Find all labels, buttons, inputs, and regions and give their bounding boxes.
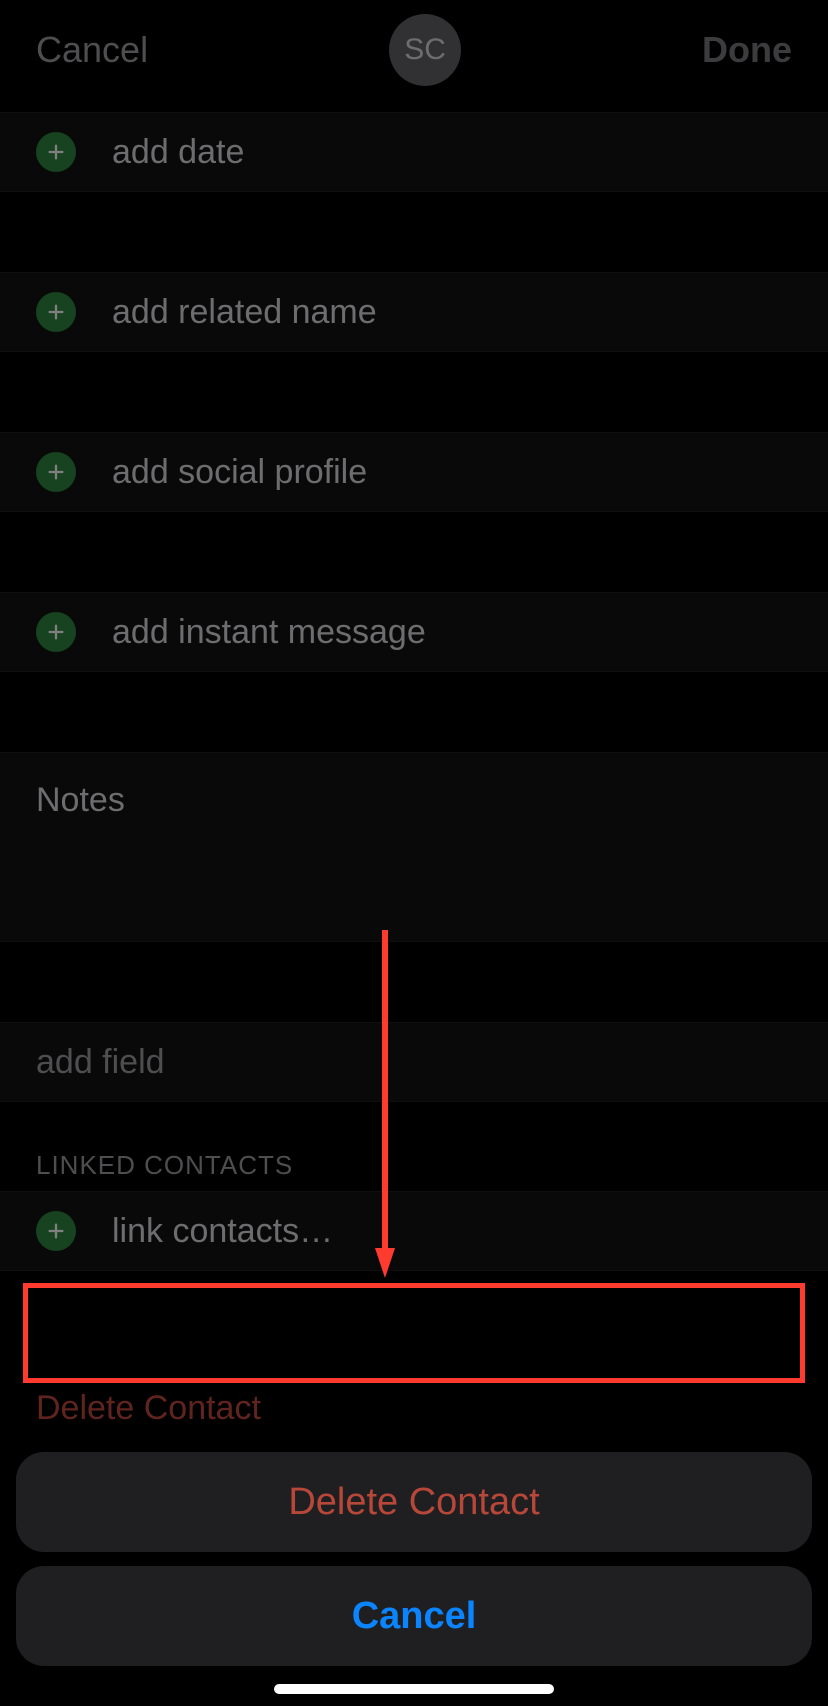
sheet-cancel-button[interactable]: Cancel xyxy=(16,1566,812,1666)
plus-icon xyxy=(36,612,76,652)
plus-icon xyxy=(36,132,76,172)
add-instant-message-row[interactable]: add instant message xyxy=(0,592,828,672)
delete-contact-row[interactable]: Delete Contact xyxy=(0,1381,828,1428)
plus-icon xyxy=(36,1211,76,1251)
nav-cancel-button[interactable]: Cancel xyxy=(36,29,148,71)
add-social-profile-row[interactable]: add social profile xyxy=(0,432,828,512)
link-contacts-row[interactable]: link contacts… xyxy=(0,1191,828,1271)
delete-action-sheet: Delete Contact Cancel xyxy=(16,1452,812,1666)
add-instant-message-label: add instant message xyxy=(112,613,426,652)
home-indicator xyxy=(274,1684,554,1694)
plus-icon xyxy=(36,292,76,332)
add-social-profile-label: add social profile xyxy=(112,453,367,492)
edit-contact-navbar: Cancel SC Done xyxy=(0,0,828,100)
add-related-name-row[interactable]: add related name xyxy=(0,272,828,352)
contact-avatar[interactable]: SC xyxy=(389,14,461,86)
plus-icon xyxy=(36,452,76,492)
add-field-row[interactable]: add field xyxy=(0,1022,828,1102)
add-date-label: add date xyxy=(112,133,244,172)
notes-label: Notes xyxy=(36,781,792,820)
linked-contacts-header: LINKED CONTACTS xyxy=(0,1102,828,1191)
sheet-delete-contact-button[interactable]: Delete Contact xyxy=(16,1452,812,1552)
add-related-name-label: add related name xyxy=(112,293,377,332)
notes-field[interactable]: Notes xyxy=(0,752,828,942)
add-date-row[interactable]: add date xyxy=(0,112,828,192)
nav-done-button[interactable]: Done xyxy=(702,29,792,71)
add-field-label: add field xyxy=(36,1043,165,1082)
link-contacts-label: link contacts… xyxy=(112,1212,333,1251)
